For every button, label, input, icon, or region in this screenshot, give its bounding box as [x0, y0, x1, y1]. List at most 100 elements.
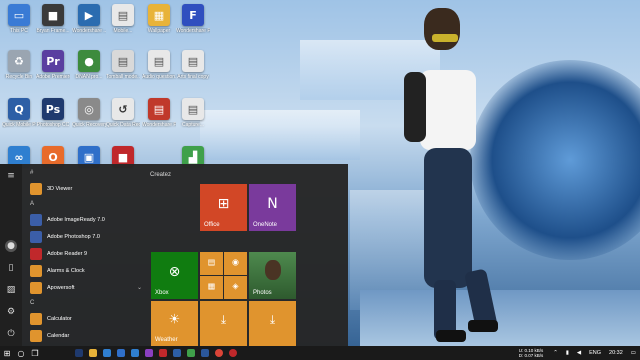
section-header[interactable]: # [24, 166, 148, 180]
desktop-icon[interactable]: ▤Wondershare PDF Split... [142, 98, 176, 128]
power-icon[interactable]: ⏻ [5, 328, 17, 340]
office-icon: ⊞ [217, 195, 230, 212]
app-icon: ● [78, 50, 100, 72]
tile-group-title[interactable]: Createz [150, 172, 171, 178]
file-icon: ▤ [148, 50, 170, 72]
search-icon[interactable]: ○ [14, 346, 28, 360]
photos-tile[interactable]: Photos [249, 252, 296, 299]
premiere-icon: Pr [42, 50, 64, 72]
download-icon: ⤓ [220, 312, 227, 327]
taskbar-app[interactable] [86, 346, 100, 360]
language-indicator[interactable]: ENG [589, 350, 601, 356]
app-list: # 3D Viewer A Adobe ImageReady 7.0 Adobe… [24, 166, 148, 344]
edge-icon [103, 349, 111, 357]
desktop-icon[interactable]: ▤ Arts final copy [176, 50, 210, 80]
taskbar-app[interactable] [142, 346, 156, 360]
clock[interactable]: 20:32 [609, 350, 623, 356]
notifications-icon[interactable]: ▭ [631, 350, 636, 356]
onenote-tile[interactable]: N OneNote [249, 184, 296, 231]
tray-chevron-icon[interactable]: ⌃ [553, 350, 558, 356]
task-view-icon[interactable]: ❐ [28, 346, 42, 360]
taskbar-app[interactable] [114, 346, 128, 360]
photoshop-icon [75, 349, 83, 357]
store-icon [117, 349, 125, 357]
start-rail: ≡ ● ▯ ▨ ⚙ ⏻ [0, 164, 22, 346]
list-item[interactable]: Adobe ImageReady 7.0 [24, 211, 148, 228]
app-icon [187, 349, 195, 357]
xbox-tile[interactable]: ⊗ Xbox [151, 252, 198, 299]
taskbar-app[interactable] [198, 346, 212, 360]
media-icon [145, 349, 153, 357]
list-item[interactable]: 3D Viewer [24, 180, 148, 197]
section-header[interactable]: C [24, 296, 148, 310]
settings-gear-icon[interactable]: ⚙ [5, 306, 17, 318]
start-menu: ≡ ● ▯ ▨ ⚙ ⏻ # 3D Viewer A Adobe ImageRea… [0, 164, 348, 346]
app-icon: Q [8, 98, 30, 120]
taskbar-app[interactable] [184, 346, 198, 360]
app-icon: ▶ [78, 4, 100, 26]
list-item[interactable]: Calculator [24, 310, 148, 327]
desktop-icon[interactable]: FWondershare PDF element [176, 4, 210, 34]
network-icon[interactable]: ▮ [566, 350, 569, 356]
taskbar-app[interactable] [226, 346, 240, 360]
desktop-icon[interactable]: ◎ Quick Recovery [72, 98, 106, 128]
taskbar-app[interactable] [170, 346, 184, 360]
weather-tile[interactable]: ☀ Weather [151, 301, 198, 346]
pictures-icon[interactable]: ▨ [5, 284, 17, 296]
photo-thumbnail [265, 260, 281, 280]
file-icon: ▤ [112, 50, 134, 72]
photoshop-icon: Ps [42, 98, 64, 120]
list-item[interactable]: Alarms & Clock [24, 262, 148, 279]
calculator-icon [30, 312, 42, 325]
taskbar-app[interactable] [156, 346, 170, 360]
desktop-icon[interactable]: ▦ Wallpaper [142, 4, 176, 34]
alarm-clock-icon [30, 264, 42, 277]
small-tile[interactable]: ◈ [224, 276, 247, 299]
desktop-icon[interactable]: ● DNAN pro... [72, 50, 106, 80]
taskbar-app[interactable] [100, 346, 114, 360]
desktop-icon[interactable]: ▤ Tomball mode... [106, 50, 140, 80]
small-tile[interactable]: ▤ [200, 252, 223, 275]
chevron-down-icon[interactable]: ⌄ [137, 284, 142, 291]
app-icon: ◎ [78, 98, 100, 120]
office-tile[interactable]: ⊞ Office [200, 184, 247, 231]
list-item[interactable]: Adobe Photoshop 7.0 [24, 228, 148, 245]
desktop-icon[interactable]: PrAdobe Premiere... [36, 50, 70, 80]
list-item[interactable]: Calendar [24, 327, 148, 344]
section-header[interactable]: A [24, 197, 148, 211]
onenote-icon: N [267, 195, 278, 212]
download-tile[interactable]: ⤓ [249, 301, 296, 346]
taskbar-app[interactable] [72, 346, 86, 360]
hamburger-icon[interactable]: ≡ [5, 170, 17, 182]
desktop-icon[interactable]: ▤ Mobile... [106, 4, 140, 34]
folder-icon: ▦ [148, 4, 170, 26]
imageready-icon [30, 213, 42, 226]
desktop-icon[interactable]: QQuick Mobile Publisher [2, 98, 36, 128]
xbox-icon: ⊗ [168, 263, 181, 280]
desktop-icon[interactable]: ■ Bryan Frame... [36, 4, 70, 34]
file-icon: ▤ [182, 50, 204, 72]
documents-icon[interactable]: ▯ [5, 262, 17, 274]
desktop-icon[interactable]: ▶ Wondershare ... [72, 4, 106, 34]
desktop-icon[interactable]: ▤ Audio question... [142, 50, 176, 80]
desktop-icon[interactable]: Ps Photoshop CC [36, 98, 70, 128]
small-tile[interactable]: ▦ [200, 276, 223, 299]
file-icon: ▤ [112, 4, 134, 26]
desktop-icon[interactable]: ▭ This PC [2, 4, 36, 34]
sun-icon: ☀ [168, 312, 181, 328]
taskbar-app[interactable] [212, 346, 226, 360]
list-item[interactable]: Adobe Reader 9 [24, 245, 148, 262]
pdf-icon: ▤ [148, 98, 170, 120]
desktop-icon[interactable]: ▤ Capture... [176, 98, 210, 128]
desktop-icon[interactable]: ↺Quick Data Recovery [106, 98, 140, 128]
list-item[interactable]: Apowersoft ⌄ [24, 279, 148, 296]
small-tile[interactable]: ◉ [224, 252, 247, 275]
taskbar-app[interactable] [128, 346, 142, 360]
desktop-icon[interactable]: ♻ Recycle Bin [2, 50, 36, 80]
download-tile[interactable]: ⤓ [200, 301, 247, 346]
photoshop-icon [30, 230, 42, 243]
user-avatar-icon[interactable]: ● [5, 240, 17, 252]
volume-icon[interactable]: ◀ [577, 350, 581, 356]
chrome-icon [215, 349, 223, 357]
start-button[interactable]: ⊞ [0, 346, 14, 360]
